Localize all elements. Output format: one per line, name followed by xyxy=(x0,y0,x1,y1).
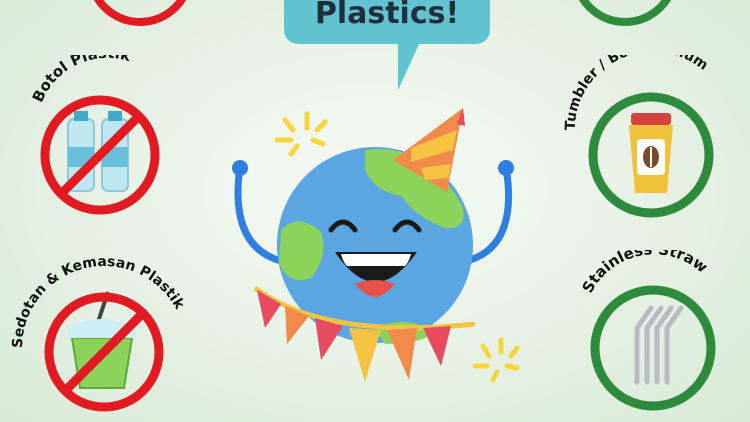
right-hand xyxy=(498,160,514,176)
item-stainless-straw: Stainless Straw xyxy=(579,250,716,411)
speech-bubble-text: Plastics! xyxy=(314,0,460,31)
prohibited-sign xyxy=(40,95,160,215)
top-right-recommended-circle xyxy=(578,0,672,26)
prohibited-sign xyxy=(44,292,164,412)
item-label-botol-plastik: Botol Plastik xyxy=(29,55,134,105)
sparkle-icon xyxy=(274,111,328,157)
stainless-straws-icon xyxy=(634,305,684,385)
item-sedotan-kemasan-plastik: Sedotan & Kemasan Plastik xyxy=(10,254,188,412)
left-hand xyxy=(232,160,248,176)
happy-earth-illustration xyxy=(232,108,520,383)
speech-bubble-tail xyxy=(398,42,420,90)
sparkle-icon xyxy=(472,337,520,383)
item-tumbler: Tumbler / Botol Minum xyxy=(563,55,714,218)
item-botol-plastik: Botol Plastik xyxy=(29,55,160,215)
teeth xyxy=(341,254,411,266)
top-left-prohibited-circle xyxy=(93,0,187,26)
tumbler-icon xyxy=(629,113,673,193)
